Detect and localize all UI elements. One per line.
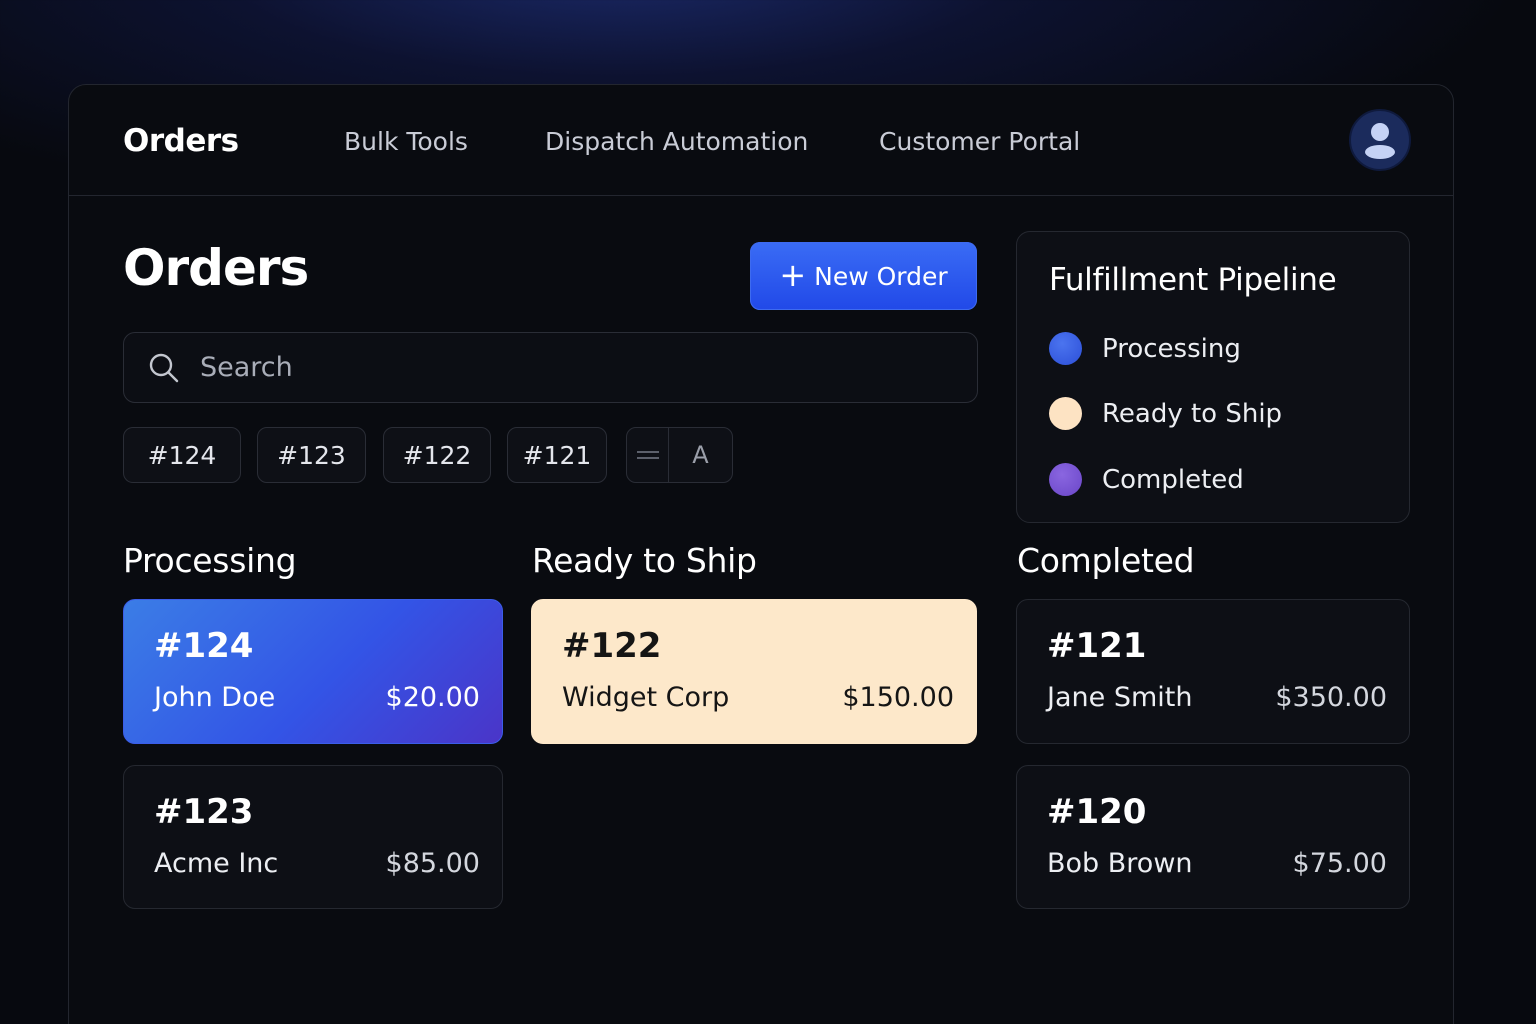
order-customer: John Doe <box>154 682 276 713</box>
search-icon <box>149 353 179 382</box>
pipeline-title: Fulfillment Pipeline <box>1049 262 1337 298</box>
order-customer: Bob Brown <box>1047 848 1193 879</box>
order-amount: $350.00 <box>1275 682 1387 713</box>
equals-icon[interactable] <box>627 428 669 482</box>
search-input[interactable] <box>200 352 960 383</box>
order-card-121[interactable]: #121 Jane Smith $350.00 <box>1016 599 1410 744</box>
column-title-completed: Completed <box>1017 541 1195 580</box>
order-number: #120 <box>1047 792 1147 832</box>
order-number: #121 <box>1047 626 1147 666</box>
order-number: #122 <box>562 626 662 666</box>
search-bar <box>123 332 978 403</box>
legend-item-processing: Processing <box>1049 332 1241 365</box>
order-number: #124 <box>154 626 254 666</box>
fulfillment-pipeline-panel: Fulfillment Pipeline Processing Ready to… <box>1016 231 1410 523</box>
brand-title: Orders <box>123 123 239 159</box>
ready-to-ship-dot-icon <box>1049 397 1082 430</box>
new-order-label: New Order <box>814 261 948 291</box>
order-card-124[interactable]: #124 John Doe $20.00 <box>123 599 503 744</box>
legend-label: Ready to Ship <box>1102 398 1283 429</box>
order-number: #123 <box>154 792 254 832</box>
column-title-processing: Processing <box>123 541 297 580</box>
order-amount: $20.00 <box>385 682 480 713</box>
app-window: Orders Bulk Tools Dispatch Automation Cu… <box>68 84 1454 1024</box>
plus-icon: + <box>779 255 807 294</box>
filter-chip-group: A <box>626 427 733 483</box>
new-order-button[interactable]: + New Order <box>750 242 977 310</box>
nav-link-bulk-tools[interactable]: Bulk Tools <box>344 127 468 156</box>
processing-dot-icon <box>1049 332 1082 365</box>
user-icon <box>1365 123 1395 159</box>
column-title-ready-to-ship: Ready to Ship <box>532 541 757 580</box>
filter-chip-124[interactable]: #124 <box>123 427 241 483</box>
order-customer: Widget Corp <box>562 682 730 713</box>
legend-label: Processing <box>1102 333 1241 364</box>
filter-chip-123[interactable]: #123 <box>257 427 366 483</box>
legend-item-completed: Completed <box>1049 463 1244 496</box>
order-card-120[interactable]: #120 Bob Brown $75.00 <box>1016 765 1410 909</box>
order-card-123[interactable]: #123 Acme Inc $85.00 <box>123 765 503 909</box>
order-amount: $150.00 <box>842 682 954 713</box>
top-navigation: Orders Bulk Tools Dispatch Automation Cu… <box>69 85 1453 196</box>
order-amount: $85.00 <box>385 848 480 879</box>
completed-dot-icon <box>1049 463 1082 496</box>
legend-item-ready-to-ship: Ready to Ship <box>1049 397 1282 430</box>
filter-chip-122[interactable]: #122 <box>383 427 491 483</box>
order-card-122[interactable]: #122 Widget Corp $150.00 <box>531 599 977 744</box>
order-customer: Jane Smith <box>1047 682 1193 713</box>
page-title: Orders <box>123 239 309 297</box>
nav-link-customer-portal[interactable]: Customer Portal <box>879 127 1080 156</box>
nav-link-dispatch-automation[interactable]: Dispatch Automation <box>545 127 808 156</box>
filter-chip-a[interactable]: A <box>669 428 732 482</box>
order-customer: Acme Inc <box>154 848 279 879</box>
avatar[interactable] <box>1349 109 1411 171</box>
filter-chip-121[interactable]: #121 <box>507 427 607 483</box>
order-amount: $75.00 <box>1292 848 1387 879</box>
legend-label: Completed <box>1102 464 1244 495</box>
